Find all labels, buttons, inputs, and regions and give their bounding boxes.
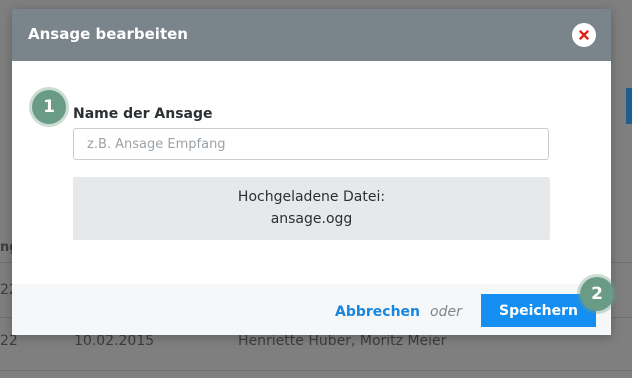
- dialog-header: Ansage bearbeiten: [12, 9, 611, 61]
- close-x-icon: [579, 30, 589, 40]
- dialog-footer: Abbrechen oder Speichern: [12, 284, 611, 335]
- background-button-edge: [626, 88, 632, 124]
- background-row-cell: 22: [0, 333, 18, 349]
- cancel-link[interactable]: Abbrechen: [335, 304, 420, 320]
- or-separator: oder: [430, 304, 462, 320]
- uploaded-file-label: Hochgeladene Datei:: [237, 189, 386, 205]
- uploaded-file-name: ansage.ogg: [270, 211, 353, 227]
- uploaded-file-info: Hochgeladene Datei: ansage.ogg: [73, 177, 550, 240]
- step-marker-1: 1: [32, 90, 66, 124]
- announcement-name-label: Name der Ansage: [73, 106, 213, 122]
- step-marker-2: 2: [580, 277, 614, 311]
- announcement-name-input[interactable]: [73, 128, 549, 160]
- save-button[interactable]: Speichern: [481, 294, 596, 327]
- background-row-names: Henriette Huber, Moritz Meier: [238, 333, 447, 349]
- background-row-date: 10.02.2015: [74, 333, 155, 349]
- edit-announcement-dialog: Ansage bearbeiten Name der Ansage Hochge…: [12, 9, 611, 335]
- background-row-divider: [0, 370, 632, 371]
- dialog-title: Ansage bearbeiten: [28, 25, 188, 43]
- close-button[interactable]: [572, 23, 596, 47]
